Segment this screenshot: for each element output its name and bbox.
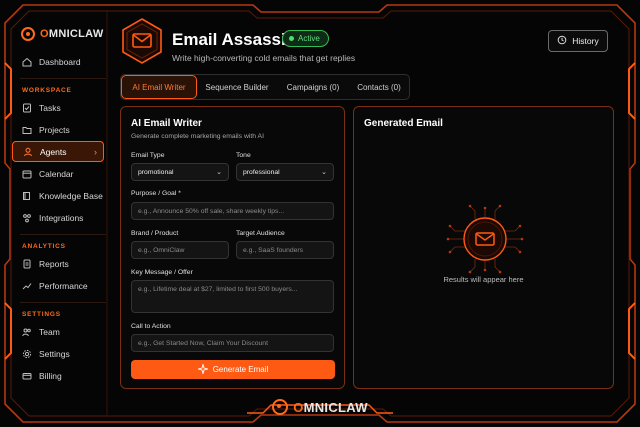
section-workspace: WORKSPACE: [22, 87, 72, 94]
sidebar-item-label: Agents: [40, 146, 67, 157]
chevron-down-icon: ⌄: [216, 169, 222, 176]
brand-input[interactable]: e.g., OmniClaw: [131, 241, 229, 259]
cta-input[interactable]: e.g., Get Started Now, Claim Your Discou…: [131, 334, 334, 352]
tone-value: professional: [243, 168, 280, 176]
divider: [20, 302, 106, 303]
audience-label: Target Audience: [236, 230, 285, 237]
page-subtitle: Write high-converting cold emails that g…: [172, 53, 356, 63]
plug-icon: [22, 213, 32, 223]
sidebar-item-dashboard[interactable]: Dashboard: [12, 51, 107, 72]
trend-icon: [22, 281, 32, 291]
calendar-icon: [22, 169, 32, 179]
status-dot-icon: [289, 36, 294, 41]
section-settings: SETTINGS: [22, 311, 61, 318]
generated-email-panel: Generated Email Results will appear here: [353, 106, 614, 389]
chevron-down-icon: ⌄: [321, 169, 327, 176]
tab-campaigns[interactable]: Campaigns (0): [277, 75, 349, 99]
chevron-right-icon: ›: [94, 146, 97, 157]
divider: [20, 78, 106, 79]
sidebar-item-integrations[interactable]: Integrations: [12, 207, 107, 228]
user-icon: [23, 147, 33, 157]
history-button[interactable]: History: [548, 30, 608, 52]
tab-bar: AI Email Writer Sequence Builder Campaig…: [120, 74, 410, 100]
sidebar-item-label: Integrations: [39, 212, 84, 223]
purpose-input[interactable]: e.g., Announce 50% off sale, share weekl…: [131, 202, 334, 220]
sidebar-item-projects[interactable]: Projects: [12, 119, 107, 140]
tone-label: Tone: [236, 152, 251, 159]
team-icon: [22, 327, 32, 337]
sidebar-item-billing[interactable]: Billing: [12, 365, 107, 386]
sidebar-item-label: Tasks: [39, 102, 61, 113]
cta-label: Call to Action: [131, 323, 171, 330]
sidebar-item-label: Reports: [39, 258, 69, 269]
brand-label: Brand / Product: [131, 230, 179, 237]
email-type-label: Email Type: [131, 152, 165, 159]
sidebar-item-label: Settings: [39, 348, 70, 359]
sidebar-item-agents[interactable]: Agents ›: [12, 141, 104, 162]
book-icon: [22, 191, 32, 201]
sidebar-item-calendar[interactable]: Calendar: [12, 163, 107, 184]
generate-email-button[interactable]: Generate Email: [131, 360, 335, 379]
sidebar-item-label: Dashboard: [39, 56, 81, 67]
tab-contacts[interactable]: Contacts (0): [349, 75, 409, 99]
generate-email-label: Generate Email: [212, 365, 269, 374]
sidebar-item-team[interactable]: Team: [12, 321, 107, 342]
sidebar-item-knowledge-base[interactable]: Knowledge Base: [12, 185, 107, 206]
sidebar-item-label: Knowledge Base: [39, 190, 103, 201]
sidebar-item-label: Projects: [39, 124, 70, 135]
claw-logo-icon: [21, 27, 35, 41]
purpose-label: Purpose / Goal *: [131, 190, 181, 197]
panel-title: Generated Email: [364, 118, 443, 129]
status-text: Active: [298, 34, 320, 43]
card-icon: [22, 371, 32, 381]
sparkle-icon: [196, 362, 209, 376]
gear-icon: [22, 349, 32, 359]
page-title: Email Assassin: [172, 30, 297, 49]
history-label: History: [572, 36, 599, 46]
sidebar-item-label: Calendar: [39, 168, 74, 179]
sidebar-item-label: Performance: [39, 280, 88, 291]
app-logo[interactable]: OMNICLAW: [21, 22, 107, 46]
sidebar-item-label: Team: [39, 326, 60, 337]
email-type-value: promotional: [138, 168, 174, 176]
logo-text: OMNICLAW: [40, 28, 104, 40]
section-analytics: ANALYTICS: [22, 243, 66, 250]
empty-state-text: Results will appear here: [443, 275, 524, 284]
sidebar-item-tasks[interactable]: Tasks: [12, 97, 107, 118]
sidebar: OMNICLAW Dashboard WORKSPACE Tasks Proje…: [12, 22, 107, 390]
agent-badge: [120, 17, 164, 65]
sidebar-item-performance[interactable]: Performance: [12, 275, 107, 296]
tone-select[interactable]: professional ⌄: [236, 163, 334, 181]
email-writer-panel: AI Email Writer Generate complete market…: [120, 106, 345, 389]
divider: [20, 234, 106, 235]
circuit-mail-icon: [440, 204, 530, 274]
tab-ai-email-writer[interactable]: AI Email Writer: [121, 75, 197, 99]
panel-description: Generate complete marketing emails with …: [131, 133, 264, 140]
home-icon: [22, 57, 32, 67]
message-textarea[interactable]: e.g., Lifetime deal at $27, limited to f…: [131, 280, 334, 313]
email-type-select[interactable]: promotional ⌄: [131, 163, 229, 181]
sidebar-item-settings[interactable]: Settings: [12, 343, 107, 364]
claw-logo-icon: [272, 399, 289, 415]
sidebar-item-reports[interactable]: Reports: [12, 253, 107, 274]
message-label: Key Message / Offer: [131, 269, 193, 276]
sidebar-item-label: Billing: [39, 370, 62, 381]
folder-icon: [22, 125, 32, 135]
status-badge: Active: [282, 30, 329, 47]
history-icon: [557, 35, 567, 47]
footer-logo-text: OMNICLAW: [293, 399, 368, 415]
checklist-icon: [22, 103, 32, 113]
panel-title: AI Email Writer: [131, 118, 202, 129]
tab-sequence-builder[interactable]: Sequence Builder: [197, 75, 277, 99]
footer-logo: OMNICLAW: [270, 396, 370, 418]
audience-input[interactable]: e.g., SaaS founders: [236, 241, 334, 259]
report-icon: [22, 259, 32, 269]
